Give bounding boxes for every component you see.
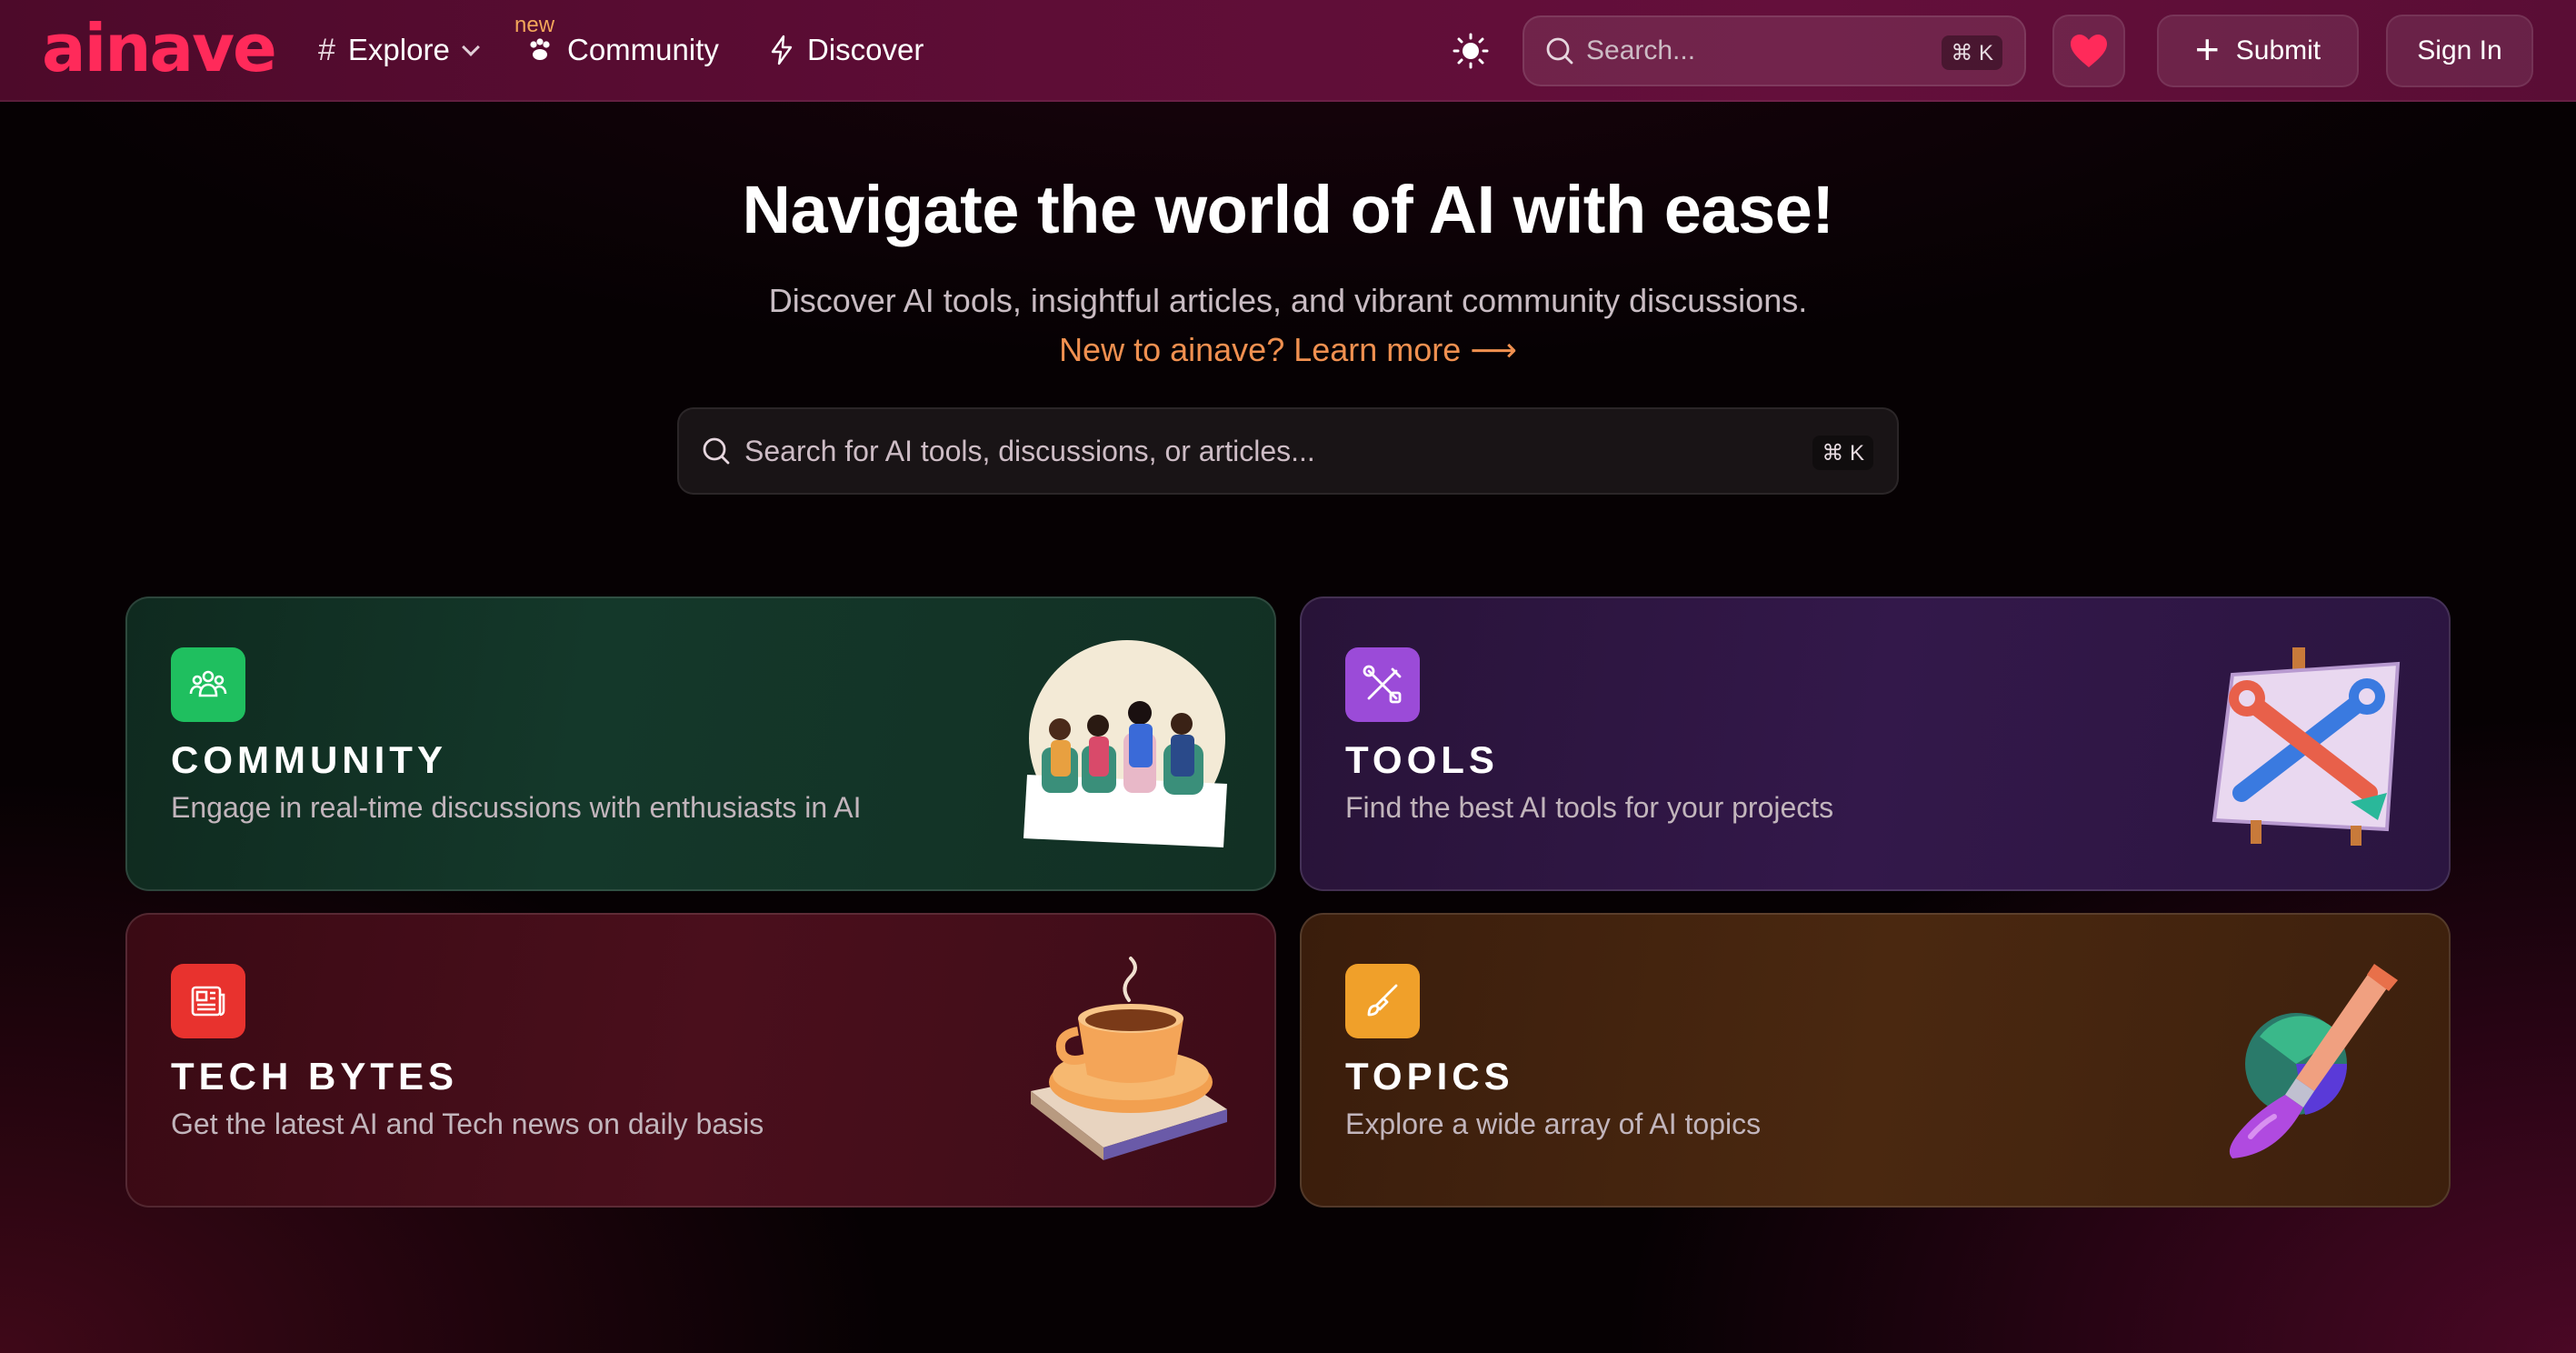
coffee-cup-illustration xyxy=(1031,957,1227,1160)
tech-bytes-card-description: Get the latest AI and Tech news on daily… xyxy=(171,1107,764,1140)
community-illustration xyxy=(1023,640,1227,847)
hero-subtitle: Discover AI tools, insightful articles, … xyxy=(768,282,1808,319)
tech-bytes-card[interactable]: TECH BYTES Get the latest AI and Tech ne… xyxy=(125,913,1276,1208)
header-search[interactable]: ⌘ K xyxy=(1523,15,2026,86)
tools-icon xyxy=(1345,647,1420,722)
nav-discover-label: Discover xyxy=(807,33,924,66)
topics-card-title: TOPICS xyxy=(1345,1055,1514,1097)
community-card-title: COMMUNITY xyxy=(171,738,447,781)
topics-card-description: Explore a wide array of AI topics xyxy=(1345,1107,1762,1140)
favorites-button[interactable] xyxy=(2052,15,2125,87)
tools-card-title: TOOLS xyxy=(1345,738,1499,781)
brush-icon xyxy=(1345,964,1420,1038)
top-navbar: ainave # Explore new Community Discover xyxy=(0,0,2576,102)
search-shortcut: ⌘ K xyxy=(1942,35,2002,70)
chevron-down-icon xyxy=(461,38,480,56)
main-search[interactable]: ⌘ K xyxy=(677,407,1899,495)
ainave-logo[interactable]: ainave xyxy=(42,15,277,81)
search-icon xyxy=(703,437,730,465)
paintbrush-illustration xyxy=(2229,964,2398,1158)
sign-in-button[interactable]: Sign In xyxy=(2386,15,2533,87)
tools-card-description: Find the best AI tools for your projects xyxy=(1345,791,1834,824)
nav-explore-label: Explore xyxy=(347,33,450,66)
bolt-icon xyxy=(771,35,793,65)
search-icon xyxy=(1546,37,1573,65)
nav-discover[interactable]: Discover xyxy=(769,27,924,73)
main-search-shortcut: ⌘ K xyxy=(1812,436,1873,470)
learn-more-link[interactable]: New to ainave? Learn more ⟶ xyxy=(0,331,2576,369)
plus-icon: + xyxy=(2194,25,2220,73)
main-search-input[interactable] xyxy=(744,434,1744,468)
nav-community-label: Community xyxy=(567,33,719,66)
community-card-description: Engage in real-time discussions with ent… xyxy=(171,791,862,824)
submit-button[interactable]: + Submit xyxy=(2157,15,2359,87)
tools-card[interactable]: TOOLS Find the best AI tools for your pr… xyxy=(1300,596,2451,891)
submit-label: Submit xyxy=(2235,35,2321,65)
newspaper-icon xyxy=(171,964,245,1038)
community-card[interactable]: COMMUNITY Engage in real-time discussion… xyxy=(125,596,1276,891)
community-icon xyxy=(171,647,245,722)
tech-bytes-card-title: TECH BYTES xyxy=(171,1055,459,1097)
paw-icon xyxy=(530,38,550,60)
heart-icon xyxy=(2071,35,2107,67)
tools-illustration xyxy=(2212,647,2401,846)
nav-community[interactable]: Community xyxy=(525,27,719,73)
header-search-input[interactable] xyxy=(1586,35,1932,66)
nav-explore[interactable]: # Explore xyxy=(318,27,480,73)
hash-icon: # xyxy=(318,32,335,67)
topics-card[interactable]: TOPICS Explore a wide array of AI topics xyxy=(1300,913,2451,1208)
theme-toggle-sun-icon[interactable] xyxy=(1453,33,1489,69)
hero-title: Navigate the world of AI with ease! xyxy=(742,172,1834,247)
